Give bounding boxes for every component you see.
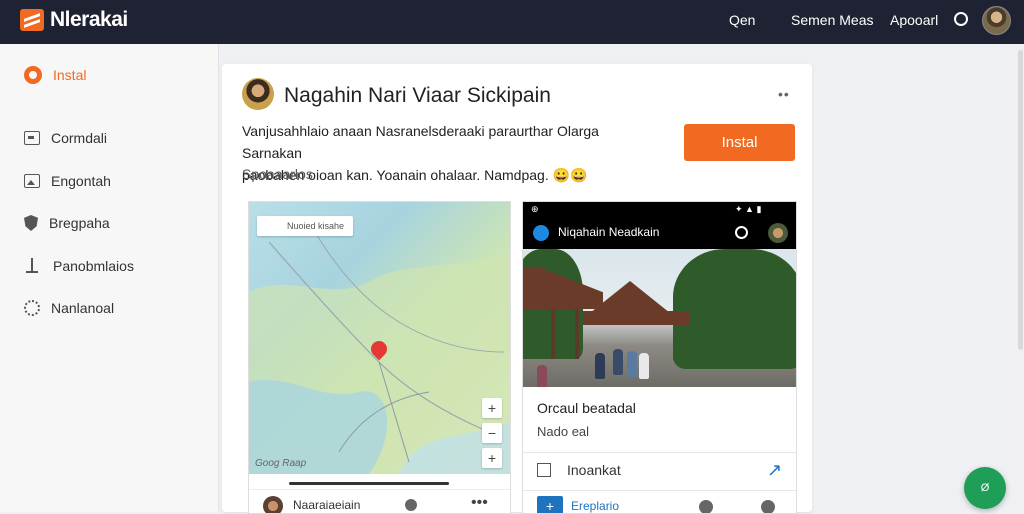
sidebar-item-panobmlaios[interactable]: Panobmlaios [24,254,134,278]
sidebar-item-label: Engontah [51,173,111,189]
avatar [263,496,283,513]
box-icon [24,131,40,145]
top-navbar: Nlerakai Qen Semen Meas Apooarl [0,0,1024,44]
palm-foliage [673,249,796,369]
sidebar-item-label: Panobmlaios [53,258,134,274]
visitor [537,365,547,387]
app-icon [242,78,274,110]
bottom-link[interactable]: Ereplario [571,499,619,513]
divider [523,452,796,453]
phone-app-bar: Niqahain Neadkain [523,218,796,249]
sidebar-item-engontah[interactable]: Engontah [24,169,111,193]
more-icon[interactable]: ••• [471,494,488,512]
map-search-input[interactable]: Nuoied kisahe [257,216,353,236]
visitor [627,351,637,377]
status-left: ⊕ [531,204,539,214]
screenshot-place[interactable]: ⊕ ✦ ▲ ▮ Niqahain Neadkain Orcaul beatada… [522,201,797,514]
place-info-subline: Nado eal [537,424,590,439]
visitor [639,353,649,379]
pin-icon [24,257,42,275]
sidebar-item-label: Cormdali [51,130,108,146]
divider [523,490,796,491]
image-icon [24,174,40,188]
help-icon[interactable] [405,499,417,511]
search-icon[interactable] [735,226,748,239]
zoom-out-button[interactable]: − [482,423,502,443]
brand-logo-icon[interactable] [20,9,44,31]
settings-icon [24,300,40,316]
nav-link-account[interactable]: Apooarl [890,12,938,28]
floating-action-button[interactable]: Ø [964,467,1006,509]
sidebar-item-label: Nanlanoal [51,300,115,316]
zoom-in-button[interactable]: + [482,398,502,418]
avatar[interactable] [768,223,788,243]
phone-status-bar: ⊕ ✦ ▲ ▮ [523,202,796,218]
page-scrollbar-thumb[interactable] [1018,50,1023,350]
map-view[interactable]: Nuoied kisahe + − + Goog Raap [249,202,510,474]
bottom-action-row: + Ereplario [523,492,796,513]
brand-name[interactable]: Nlerakai [50,8,128,32]
document-icon [537,463,551,477]
shield-icon [24,215,38,231]
sidebar-item-label: Instal [53,67,87,83]
home-indicator [289,482,449,485]
temple-eave [583,311,689,325]
link-row-label[interactable]: Inoankat [567,462,621,478]
pavilion-post [575,309,579,359]
more-options-icon[interactable]: •• [778,86,790,102]
status-right-icons: ✦ ▲ ▮ [735,204,762,214]
sidebar-item-nanlanoal[interactable]: Nanlanoal [24,296,114,320]
pavilion-post [551,309,555,359]
place-info-line: Orcaul beatadal [537,400,636,416]
user-avatar[interactable] [982,6,1011,35]
visitor [595,353,605,379]
zoom-extra-button[interactable]: + [482,448,502,468]
map-watermark: Goog Raap [255,458,307,469]
sidebar-item-label: Bregpaha [49,215,110,231]
screenshot-map[interactable]: Nuoied kisahe + − + Goog Raap Naaraiaeia… [248,201,511,514]
sidebar-item-install[interactable]: Instal [24,63,86,87]
screenshots-heading: Spoaaarlos [242,166,313,182]
gear-icon [24,66,42,84]
app-detail-card: Nagahin Nari Viaar Sickipain •• Vanjusah… [222,64,812,514]
nav-link-seven-maps[interactable]: Semen Meas [791,12,873,28]
share-icon[interactable]: ↗ [767,460,782,481]
footer-label: Naaraiaeiain [293,498,361,512]
map-footer: Naaraiaeiain ••• [249,489,510,513]
description-line: Vanjusahhlaio anaan Nasranelsderaaki par… [242,123,599,161]
sidebar: Instal Cormdali Engontah Bregpaha Panobm… [0,44,219,512]
sidebar-item-cormdali[interactable]: Cormdali [24,126,107,150]
place-photo[interactable] [523,249,796,387]
visitor [613,349,623,375]
app-title: Nagahin Nari Viaar Sickipain [284,84,551,107]
sidebar-item-bregpaha[interactable]: Bregpaha [24,211,110,235]
back-icon[interactable] [533,225,549,241]
nav-link-open[interactable]: Qen [729,12,755,28]
install-button[interactable]: Instal [684,124,795,161]
map-terrain [249,221,510,474]
add-button[interactable]: + [537,496,563,513]
phone-app-title: Niqahain Neadkain [558,225,660,239]
notification-ring-icon[interactable] [954,12,968,26]
